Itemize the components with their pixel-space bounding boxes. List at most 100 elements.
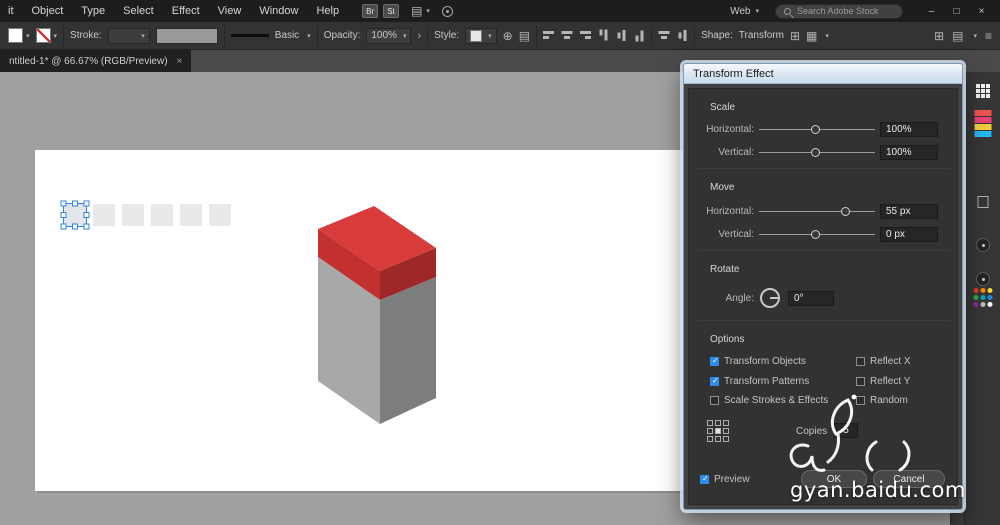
menu-edit[interactable]: it bbox=[6, 5, 23, 17]
scale-horizontal-slider[interactable] bbox=[759, 124, 875, 135]
move-vertical-input[interactable]: 0 px bbox=[880, 227, 938, 242]
move-horizontal-input[interactable]: 55 px bbox=[880, 204, 938, 219]
style-dropdown[interactable]: ▾ bbox=[465, 28, 497, 44]
reflect-y-label: Reflect Y bbox=[870, 376, 910, 387]
artboards-panel-icon[interactable] bbox=[976, 84, 990, 98]
sync-status-control[interactable] bbox=[442, 6, 453, 17]
arrange-documents-icon: ▤ bbox=[411, 5, 422, 17]
libraries-panel-icon[interactable] bbox=[977, 196, 988, 208]
fill-swatch bbox=[8, 28, 23, 43]
document-tab[interactable]: ntitled-1* @ 66.67% (RGB/Preview) × bbox=[0, 50, 191, 72]
width-profile-preview[interactable] bbox=[156, 28, 218, 44]
divider bbox=[224, 26, 225, 46]
rotate-heading: Rotate bbox=[710, 264, 739, 275]
cancel-button[interactable]: Cancel bbox=[873, 470, 945, 488]
reflect-x-label: Reflect X bbox=[870, 356, 911, 367]
symbols-panel-icon[interactable] bbox=[976, 238, 990, 252]
angle-input[interactable]: 0° bbox=[788, 291, 834, 306]
menu-object[interactable]: Object bbox=[23, 5, 73, 17]
dialog-title: Transform Effect bbox=[693, 68, 774, 80]
reflect-x-checkbox[interactable] bbox=[856, 357, 865, 366]
distribute-vertical-icon[interactable] bbox=[677, 30, 688, 42]
angle-dial[interactable] bbox=[760, 288, 780, 308]
align-center-icon[interactable] bbox=[561, 30, 573, 41]
panel-menu-icon[interactable]: ≡ bbox=[985, 30, 992, 42]
bridge-badge[interactable]: Br bbox=[362, 4, 378, 18]
menu-effect[interactable]: Effect bbox=[163, 5, 209, 17]
box-artwork[interactable] bbox=[318, 206, 436, 424]
grid-view-icon[interactable]: ⊞ bbox=[934, 30, 944, 42]
stroke-weight-dropdown[interactable]: ▾ bbox=[108, 28, 150, 44]
scale-vertical-slider[interactable] bbox=[759, 147, 875, 158]
align-top-icon[interactable] bbox=[598, 30, 609, 42]
chevron-down-icon: ▾ bbox=[488, 32, 492, 40]
transform-label[interactable]: Transform bbox=[739, 30, 784, 41]
move-horizontal-slider[interactable] bbox=[759, 206, 875, 217]
align-bottom-icon[interactable] bbox=[634, 30, 645, 42]
workspace-switcher[interactable]: Web ▾ bbox=[730, 6, 759, 17]
arrange-documents-control[interactable]: ▤ ▾ bbox=[411, 5, 430, 17]
scale-horizontal-input[interactable]: 100% bbox=[880, 122, 938, 137]
flyout-arrow-icon[interactable]: › bbox=[417, 30, 421, 42]
align-left-icon[interactable] bbox=[543, 30, 555, 41]
rotate-angle-row: Angle: 0° bbox=[684, 288, 964, 308]
preview-checkbox[interactable] bbox=[700, 475, 709, 484]
stock-badge[interactable]: St bbox=[383, 4, 399, 18]
section-divider bbox=[698, 250, 950, 251]
search-placeholder: Search Adobe Stock bbox=[797, 6, 879, 16]
slider-knob[interactable] bbox=[811, 125, 820, 134]
section-divider bbox=[698, 320, 950, 321]
slider-knob[interactable] bbox=[811, 148, 820, 157]
ok-button[interactable]: OK bbox=[801, 470, 867, 488]
transform-patterns-checkbox[interactable] bbox=[710, 377, 719, 386]
brushes-panel-icon[interactable] bbox=[976, 272, 990, 286]
style-swatch bbox=[470, 30, 482, 42]
fill-color-control[interactable]: ▾ bbox=[8, 28, 30, 43]
brush-definition-label[interactable]: Basic bbox=[275, 30, 299, 41]
distribute-horizontal-icon[interactable] bbox=[658, 30, 670, 41]
stroke-weight-label: Stroke: bbox=[70, 30, 102, 41]
reference-point-locator[interactable] bbox=[707, 420, 729, 442]
transform-options-icon[interactable]: ▦ bbox=[806, 30, 817, 42]
move-vertical-slider[interactable] bbox=[759, 229, 875, 240]
shape-label: Shape: bbox=[701, 30, 733, 41]
slider-knob[interactable] bbox=[811, 230, 820, 239]
scale-vertical-input[interactable]: 100% bbox=[880, 145, 938, 160]
swatches-panel-icon[interactable] bbox=[973, 288, 992, 307]
close-button[interactable]: × bbox=[969, 6, 994, 17]
chevron-down-icon: ▾ bbox=[307, 32, 311, 40]
align-right-icon[interactable] bbox=[579, 30, 591, 41]
slider-knob[interactable] bbox=[841, 207, 850, 216]
color-panel-icon[interactable] bbox=[974, 110, 991, 137]
document-setup-icon[interactable]: ▤ bbox=[519, 30, 530, 42]
free-transform-icon[interactable]: ⊞ bbox=[790, 30, 800, 42]
copies-input[interactable]: 5 bbox=[834, 423, 858, 438]
dialog-titlebar[interactable]: Transform Effect bbox=[684, 64, 962, 84]
scale-strokes-checkbox[interactable] bbox=[710, 396, 719, 405]
selected-object[interactable] bbox=[61, 201, 89, 229]
menu-window[interactable]: Window bbox=[250, 5, 307, 17]
random-label: Random bbox=[870, 395, 908, 406]
search-icon bbox=[784, 8, 791, 15]
menu-help[interactable]: Help bbox=[307, 5, 348, 17]
move-horizontal-label: Horizontal: bbox=[684, 206, 754, 217]
opacity-dropdown[interactable]: 100% ▾ bbox=[366, 28, 411, 44]
transform-objects-checkbox[interactable] bbox=[710, 357, 719, 366]
document-tab-title: ntitled-1* @ 66.67% (RGB/Preview) bbox=[9, 56, 168, 67]
minimize-button[interactable]: – bbox=[919, 6, 944, 17]
sync-status-icon bbox=[442, 6, 453, 17]
menu-type[interactable]: Type bbox=[72, 5, 114, 17]
publish-online-icon[interactable]: ⊕ bbox=[503, 30, 513, 42]
menu-view[interactable]: View bbox=[209, 5, 251, 17]
tab-close-icon[interactable]: × bbox=[177, 56, 183, 67]
stroke-color-control[interactable]: ▾ bbox=[36, 28, 58, 43]
random-checkbox[interactable] bbox=[856, 396, 865, 405]
menu-select[interactable]: Select bbox=[114, 5, 163, 17]
reflect-y-checkbox[interactable] bbox=[856, 377, 865, 386]
scale-horizontal-label: Horizontal: bbox=[684, 124, 754, 135]
adobe-stock-search[interactable]: Search Adobe Stock bbox=[775, 4, 903, 19]
transform-effect-dialog: Transform Effect Scale Horizontal: 100% … bbox=[683, 63, 963, 510]
align-middle-icon[interactable] bbox=[616, 30, 627, 42]
panels-icon[interactable]: ▤ bbox=[952, 30, 963, 42]
maximize-button[interactable]: □ bbox=[944, 6, 969, 17]
